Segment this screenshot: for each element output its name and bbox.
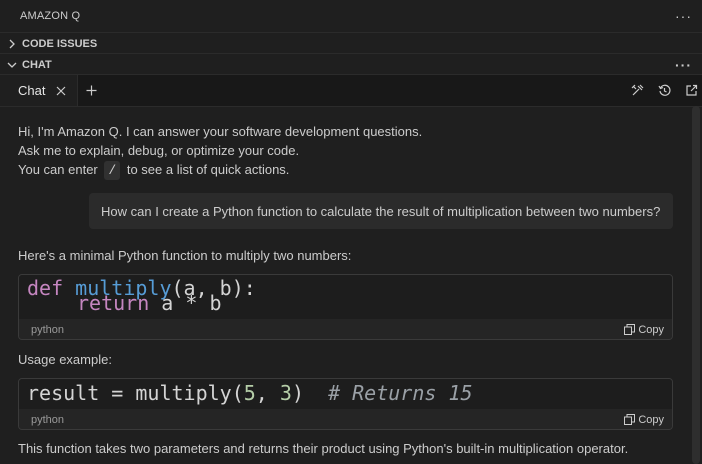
more-actions-icon[interactable]: ··· <box>675 58 692 72</box>
code-line: return a * b <box>77 291 222 315</box>
answer-closing: This function takes two parameters and r… <box>18 441 629 456</box>
usage-label: Usage example: <box>18 352 112 367</box>
close-icon[interactable] <box>55 85 67 97</box>
tab-chat[interactable]: Chat <box>0 75 79 106</box>
code-footer: python Copy <box>19 319 672 339</box>
tools-icon[interactable] <box>631 84 644 97</box>
plus-icon <box>86 85 97 96</box>
welcome-line: You can enter / to see a list of quick a… <box>18 161 290 180</box>
code-content: def multiply(a, b): return a * b <box>19 275 672 319</box>
code-content: result = multiply(5, 3) # Returns 15 <box>19 379 672 409</box>
chat-tab-bar: Chat <box>0 74 702 107</box>
section-label: CODE ISSUES <box>22 37 98 50</box>
copy-button[interactable]: Copy <box>624 414 664 426</box>
welcome-line: Ask me to explain, debug, or optimize yo… <box>18 143 300 158</box>
scrollbar[interactable] <box>692 106 700 464</box>
new-tab-button[interactable] <box>78 85 104 96</box>
section-label: CHAT <box>22 58 52 71</box>
panel-title: AMAZON Q <box>20 10 81 22</box>
open-in-editor-icon[interactable] <box>685 84 698 97</box>
welcome-line: Hi, I'm Amazon Q. I can answer your soft… <box>18 124 423 139</box>
code-footer: python Copy <box>19 409 672 429</box>
quick-action-key: / <box>104 161 121 180</box>
user-message: How can I create a Python function to ca… <box>89 193 673 229</box>
code-language: python <box>31 413 65 426</box>
more-actions-icon[interactable]: ··· <box>675 9 692 23</box>
copy-button[interactable]: Copy <box>624 324 664 336</box>
panel-title-bar: AMAZON Q ··· <box>0 0 702 32</box>
user-message-text: How can I create a Python function to ca… <box>101 203 661 219</box>
tab-label: Chat <box>18 83 46 98</box>
code-block: result = multiply(5, 3) # Returns 15 pyt… <box>18 378 673 430</box>
copy-icon <box>624 324 636 335</box>
chat-conversation: Hi, I'm Amazon Q. I can answer your soft… <box>0 106 688 464</box>
chevron-down-icon <box>6 59 18 71</box>
section-chat[interactable]: CHAT ··· <box>0 53 702 75</box>
welcome-message: Hi, I'm Amazon Q. I can answer your soft… <box>18 122 422 180</box>
answer-intro: Here's a minimal Python function to mult… <box>18 248 352 263</box>
section-code-issues[interactable]: CODE ISSUES <box>0 32 702 54</box>
history-icon[interactable] <box>658 84 671 97</box>
copy-icon <box>624 414 636 425</box>
code-language: python <box>31 323 65 336</box>
code-block: def multiply(a, b): return a * b python … <box>18 274 673 340</box>
chevron-right-icon <box>6 38 18 50</box>
